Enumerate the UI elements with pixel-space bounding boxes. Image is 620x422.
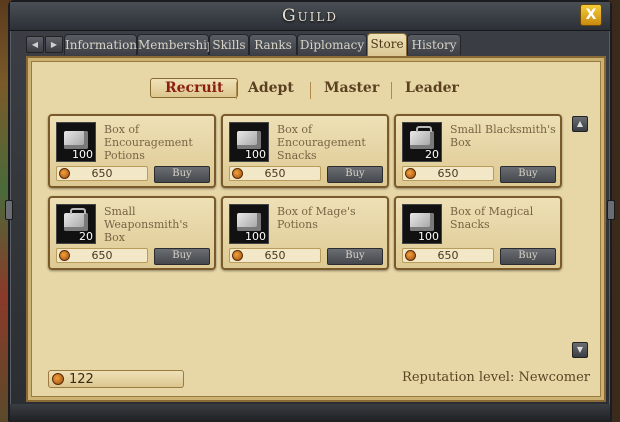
box-icon[interactable]: 100	[402, 204, 442, 244]
buy-button[interactable]: Buy	[154, 166, 210, 183]
right-resize-handle[interactable]	[607, 200, 615, 220]
item-quantity: 100	[245, 230, 266, 243]
item-price: 650	[229, 248, 321, 263]
price-value: 650	[437, 249, 459, 262]
price-value: 650	[91, 249, 113, 262]
store-item-card: 100 Box of Magical Snacks 650 Buy	[394, 196, 562, 270]
item-quantity: 100	[418, 230, 439, 243]
item-name: Small Weaponsmith's Box	[104, 205, 188, 244]
tab-ranks[interactable]: Ranks	[249, 34, 297, 55]
left-resize-handle[interactable]	[5, 200, 13, 220]
buy-button[interactable]: Buy	[500, 248, 556, 265]
item-name: Box of Mage's Potions	[277, 205, 356, 231]
item-price: 650	[56, 248, 148, 263]
reputation-level: Reputation level: Newcomer	[402, 370, 590, 385]
item-name: Small Blacksmith's Box	[450, 123, 556, 149]
tab-scroll-left-button[interactable]: ◀	[26, 36, 44, 53]
price-value: 650	[264, 167, 286, 180]
item-quantity: 20	[79, 230, 93, 243]
item-quantity: 100	[245, 148, 266, 161]
item-price: 650	[56, 166, 148, 181]
store-item-card: 20 Small Weaponsmith's Box 650 Buy	[48, 196, 216, 270]
window-title: Guild	[281, 6, 339, 26]
buy-button[interactable]: Buy	[327, 166, 383, 183]
buy-button[interactable]: Buy	[154, 248, 210, 265]
box-graphic	[237, 213, 261, 231]
item-name: Box of Encouragement Potions	[104, 123, 193, 162]
store-item-card: 100 Box of Mage's Potions 650 Buy	[221, 196, 389, 270]
tab-skills[interactable]: Skills	[209, 34, 249, 55]
close-button[interactable]: X	[580, 4, 602, 26]
box-icon[interactable]: 100	[229, 122, 269, 162]
box-graphic	[64, 131, 88, 149]
item-price: 650	[229, 166, 321, 181]
item-price: 650	[402, 166, 494, 181]
tab-membership[interactable]: Membership	[137, 34, 215, 55]
reputation-points: 122	[69, 372, 94, 387]
reputation-coin-icon	[52, 373, 64, 385]
title-bar[interactable]: Guild X	[10, 2, 610, 31]
box-icon[interactable]: 100	[56, 122, 96, 162]
tab-store[interactable]: Store	[367, 33, 407, 57]
box-icon[interactable]: 100	[229, 204, 269, 244]
scroll-down-button[interactable]: ▼	[572, 342, 588, 358]
toolbox-icon[interactable]: 20	[56, 204, 96, 244]
store-item-card: 100 Box of Encouragement Snacks 650 Buy	[221, 114, 389, 188]
toolbox-graphic	[410, 126, 434, 149]
tab-information[interactable]: Information	[64, 34, 137, 55]
item-name: Box of Magical Snacks	[450, 205, 534, 231]
tab-diplomacy[interactable]: Diplomacy	[297, 34, 367, 55]
price-value: 650	[437, 167, 459, 180]
store-item-card: 100 Box of Encouragement Potions 650 Buy	[48, 114, 216, 188]
tab-history[interactable]: History	[407, 34, 461, 55]
price-value: 650	[91, 167, 113, 180]
item-quantity: 20	[425, 148, 439, 161]
price-value: 650	[264, 249, 286, 262]
toolbox-graphic	[64, 208, 88, 231]
buy-button[interactable]: Buy	[500, 166, 556, 183]
item-name: Box of Encouragement Snacks	[277, 123, 366, 162]
buy-button[interactable]: Buy	[327, 248, 383, 265]
store-item-card: 20 Small Blacksmith's Box 650 Buy	[394, 114, 562, 188]
guild-window: Guild X ◀ ▶ Information Membership Skill…	[5, 0, 615, 422]
toolbox-icon[interactable]: 20	[402, 122, 442, 162]
box-graphic	[237, 131, 261, 149]
box-graphic	[410, 213, 434, 231]
tab-scroll-right-button[interactable]: ▶	[45, 36, 63, 53]
store-item-grid: 100 Box of Encouragement Potions 650 Buy…	[28, 58, 604, 400]
item-quantity: 100	[72, 148, 93, 161]
store-panel: Recruit Adept Master Leader 100 Box of E…	[26, 56, 606, 402]
reputation-points-box: 122	[48, 370, 184, 388]
item-price: 650	[402, 248, 494, 263]
scroll-up-button[interactable]: ▲	[572, 116, 588, 132]
window-bottom-edge	[10, 404, 610, 422]
